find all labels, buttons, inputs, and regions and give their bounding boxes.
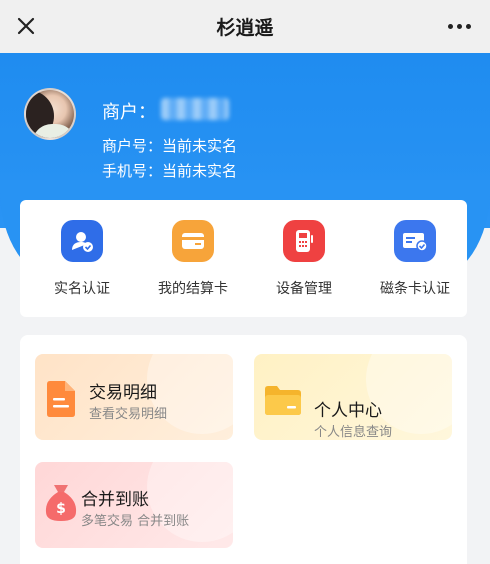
money-bag-icon: $	[43, 482, 79, 524]
quick-action-stripe-card[interactable]: 磁条卡认证	[357, 200, 467, 317]
document-icon	[45, 380, 77, 418]
tile-transactions[interactable]: 交易明细 查看交易明细	[35, 354, 233, 440]
tile-title: 个人中心	[314, 401, 382, 421]
svg-text:$: $	[56, 501, 66, 517]
merchant-name-blurred	[161, 98, 229, 120]
pos-device-icon	[283, 220, 325, 262]
quick-action-label: 设备管理	[276, 281, 332, 297]
phone-line: 手机号：当前未实名	[102, 160, 237, 181]
merchant-id-value: 当前未实名	[162, 137, 238, 155]
quick-action-verify[interactable]: 实名认证	[24, 200, 134, 317]
quick-action-card[interactable]: 我的结算卡	[135, 200, 245, 317]
quick-actions-card: 实名认证 我的结算卡 设备管理 磁条卡认证	[20, 200, 467, 317]
avatar[interactable]	[24, 88, 76, 140]
tile-subtitle: 个人信息查询	[314, 425, 393, 440]
quick-action-devices[interactable]: 设备管理	[246, 200, 356, 317]
user-verify-icon	[61, 220, 103, 262]
merchant-id-key: 商户号：	[102, 137, 163, 155]
phone-value: 当前未实名	[162, 162, 238, 180]
tile-merge-settlement[interactable]: $ 合并到账 多笔交易 合并到账	[35, 462, 233, 548]
merchant-label: 商户：	[102, 102, 156, 123]
tile-subtitle: 查看交易明细	[89, 407, 168, 422]
quick-action-label: 实名认证	[54, 281, 110, 297]
page-title: 杉逍遥	[216, 17, 274, 39]
close-icon[interactable]	[10, 10, 42, 42]
services-card: 交易明细 查看交易明细 个人中心 个人信息查询 $ 合并到账 多笔交易 合并到账	[20, 335, 467, 564]
tile-title: 合并到账	[81, 490, 149, 510]
merchant-id-line: 商户号：当前未实名	[102, 135, 237, 156]
tile-subtitle: 多笔交易 合并到账	[81, 514, 190, 529]
tile-title: 交易明细	[89, 383, 157, 403]
card-verify-icon	[394, 220, 436, 262]
tile-personal-center[interactable]: 个人中心 个人信息查询	[254, 354, 452, 440]
quick-action-label: 我的结算卡	[158, 281, 228, 297]
more-icon[interactable]	[442, 12, 476, 40]
nav-bar: 杉逍遥	[0, 0, 490, 53]
card-icon	[172, 220, 214, 262]
quick-action-label: 磁条卡认证	[380, 281, 450, 297]
phone-key: 手机号：	[102, 162, 163, 180]
folder-icon	[264, 384, 302, 422]
